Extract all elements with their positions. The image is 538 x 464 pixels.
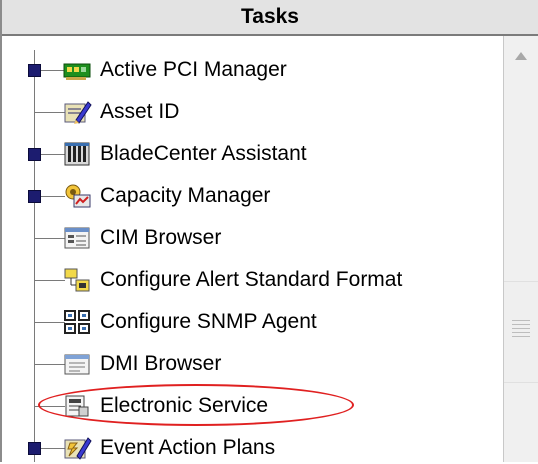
tree-item-configure-alert-standard-format[interactable]: Configure Alert Standard Format — [2, 260, 502, 302]
tree-item-label: Configure Alert Standard Format — [100, 268, 403, 291]
tree-branch-line — [35, 322, 65, 323]
tasks-header: Tasks — [2, 0, 538, 36]
cim-browser-icon — [62, 224, 92, 252]
grip-line — [512, 320, 530, 321]
tree-item-capacity-manager[interactable]: Capacity Manager — [2, 176, 502, 218]
tree-branch-line — [35, 112, 65, 113]
expand-toggle[interactable] — [28, 190, 41, 203]
expand-toggle[interactable] — [28, 64, 41, 77]
panel-title: Tasks — [241, 5, 299, 28]
tree-item-label: CIM Browser — [100, 226, 222, 249]
snmp-agent-icon — [62, 308, 92, 336]
tree-item-label: Active PCI Manager — [100, 58, 287, 81]
grip-line — [512, 332, 530, 333]
tree-item-label: Capacity Manager — [100, 184, 271, 207]
asset-id-icon — [62, 98, 92, 126]
tree-item-cim-browser[interactable]: CIM Browser — [2, 218, 502, 260]
tree-item-electronic-service[interactable]: Electronic Service — [2, 384, 502, 428]
grip-line — [512, 336, 530, 337]
task-tree: Active PCI Manager Asset ID BladeCenter … — [2, 36, 502, 462]
bladecenter-icon — [62, 140, 92, 168]
dmi-browser-icon — [62, 350, 92, 378]
grip-line — [512, 328, 530, 329]
tasks-panel: Tasks Active PCI Manager Asset ID BladeC… — [0, 0, 538, 462]
alert-format-icon — [62, 266, 92, 294]
event-action-plans-icon — [62, 434, 92, 462]
tree-item-configure-snmp-agent[interactable]: Configure SNMP Agent — [2, 302, 502, 344]
tree-item-label: Configure SNMP Agent — [100, 310, 317, 333]
capacity-manager-icon — [62, 182, 92, 210]
electronic-service-icon — [62, 392, 92, 420]
tree-branch-line — [35, 238, 65, 239]
grip-line — [512, 324, 530, 325]
tree-item-asset-id[interactable]: Asset ID — [2, 92, 502, 134]
arrow-up-icon — [515, 52, 527, 60]
tree-item-label: Electronic Service — [100, 394, 269, 417]
tree-item-active-pci-manager[interactable]: Active PCI Manager — [2, 50, 502, 92]
tree-item-label: BladeCenter Assistant — [100, 142, 307, 165]
tree-item-label: DMI Browser — [100, 352, 222, 375]
tree-branch-line — [35, 280, 65, 281]
tree-item-label: Event Action Plans — [100, 436, 276, 459]
expand-toggle[interactable] — [28, 148, 41, 161]
pci-card-icon — [62, 56, 92, 84]
tree-branch-line — [35, 364, 65, 365]
scroll-thumb[interactable] — [504, 281, 538, 383]
tree-branch-line — [35, 406, 65, 407]
vertical-scrollbar[interactable] — [503, 36, 538, 462]
expand-toggle[interactable] — [28, 442, 41, 455]
scroll-up-button[interactable] — [504, 36, 538, 76]
tree-item-label: Asset ID — [100, 100, 180, 123]
tree-item-bladecenter-assistant[interactable]: BladeCenter Assistant — [2, 134, 502, 176]
tree-item-event-action-plans[interactable]: Event Action Plans — [2, 428, 502, 462]
tree-item-dmi-browser[interactable]: DMI Browser — [2, 344, 502, 386]
